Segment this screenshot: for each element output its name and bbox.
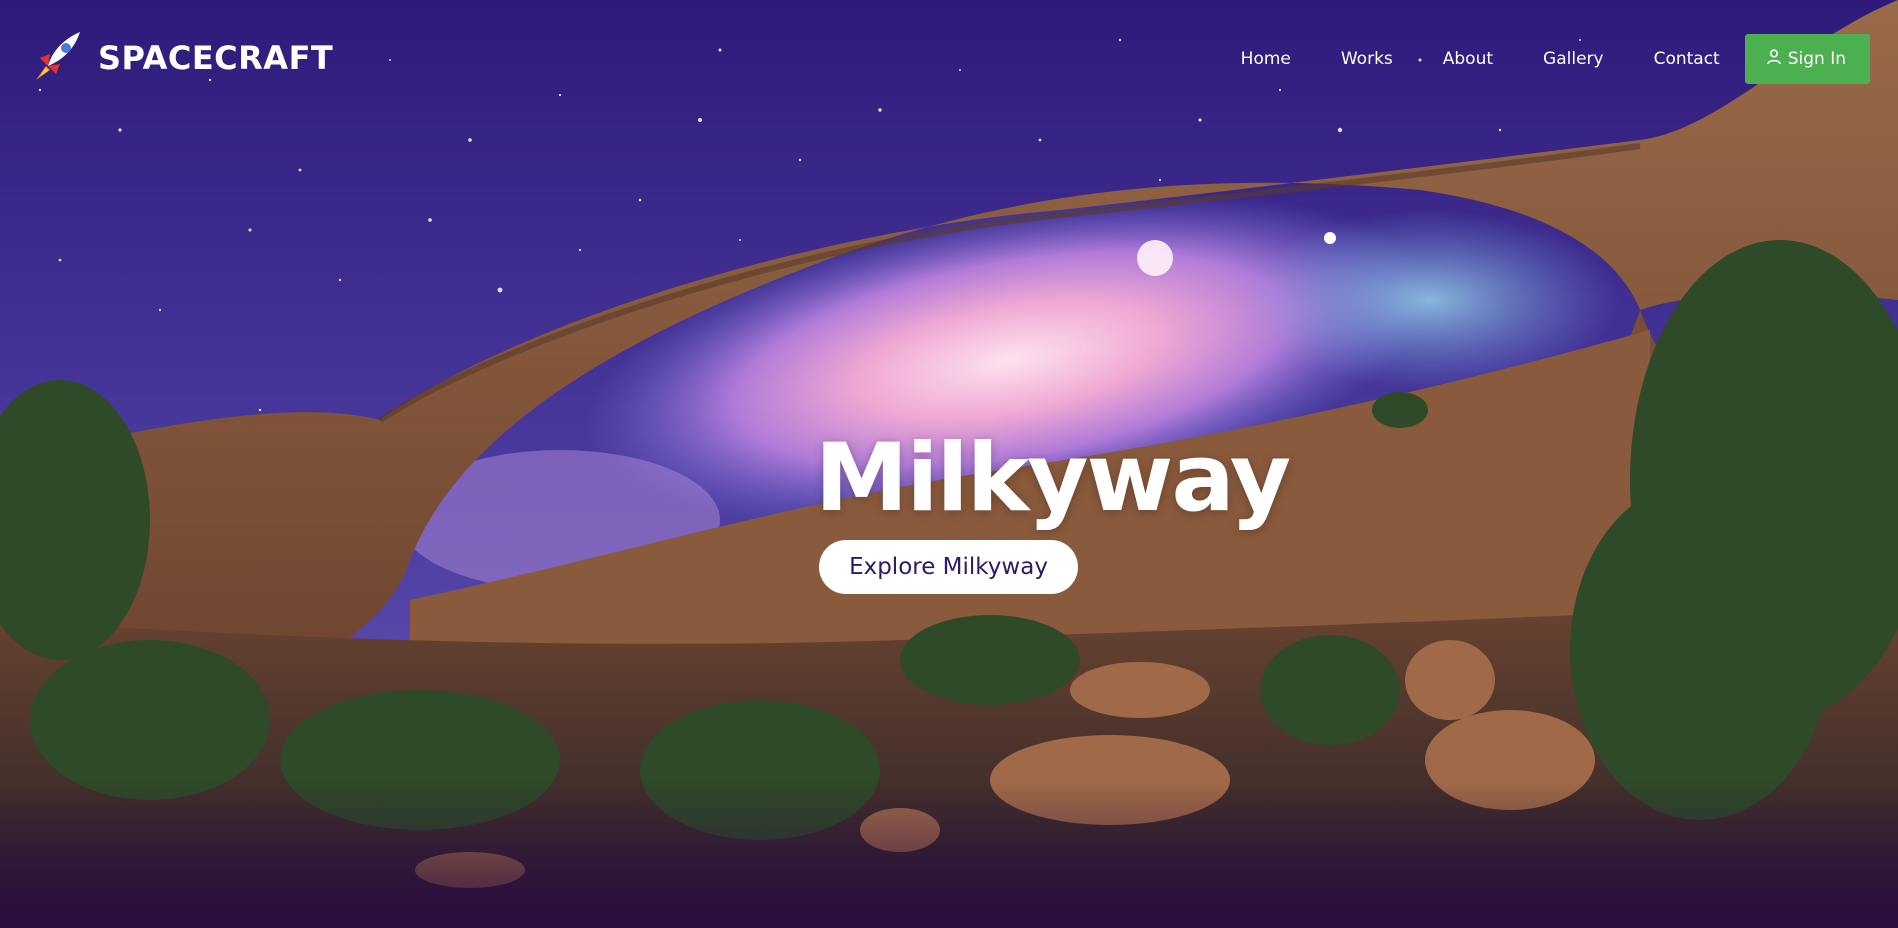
nav-contact[interactable]: Contact [1654, 49, 1720, 69]
sign-in-button[interactable]: Sign In [1744, 34, 1870, 84]
nav-gallery[interactable]: Gallery [1543, 49, 1604, 69]
nav-home[interactable]: Home [1241, 49, 1291, 69]
nav-works[interactable]: Works [1341, 49, 1393, 69]
brand-name: SPACECRAFT [98, 39, 334, 77]
main-nav: Home Works About Gallery Contact Sign In [1216, 34, 1870, 84]
user-icon [1766, 48, 1781, 70]
brand-logo[interactable]: SPACECRAFT [28, 28, 333, 88]
sign-in-label: Sign In [1787, 49, 1846, 69]
explore-milkyway-button[interactable]: Explore Milkyway [819, 540, 1078, 594]
hero-title: Milkyway [814, 424, 1291, 533]
nav-about[interactable]: About [1443, 49, 1493, 69]
rocket-icon [28, 26, 88, 90]
